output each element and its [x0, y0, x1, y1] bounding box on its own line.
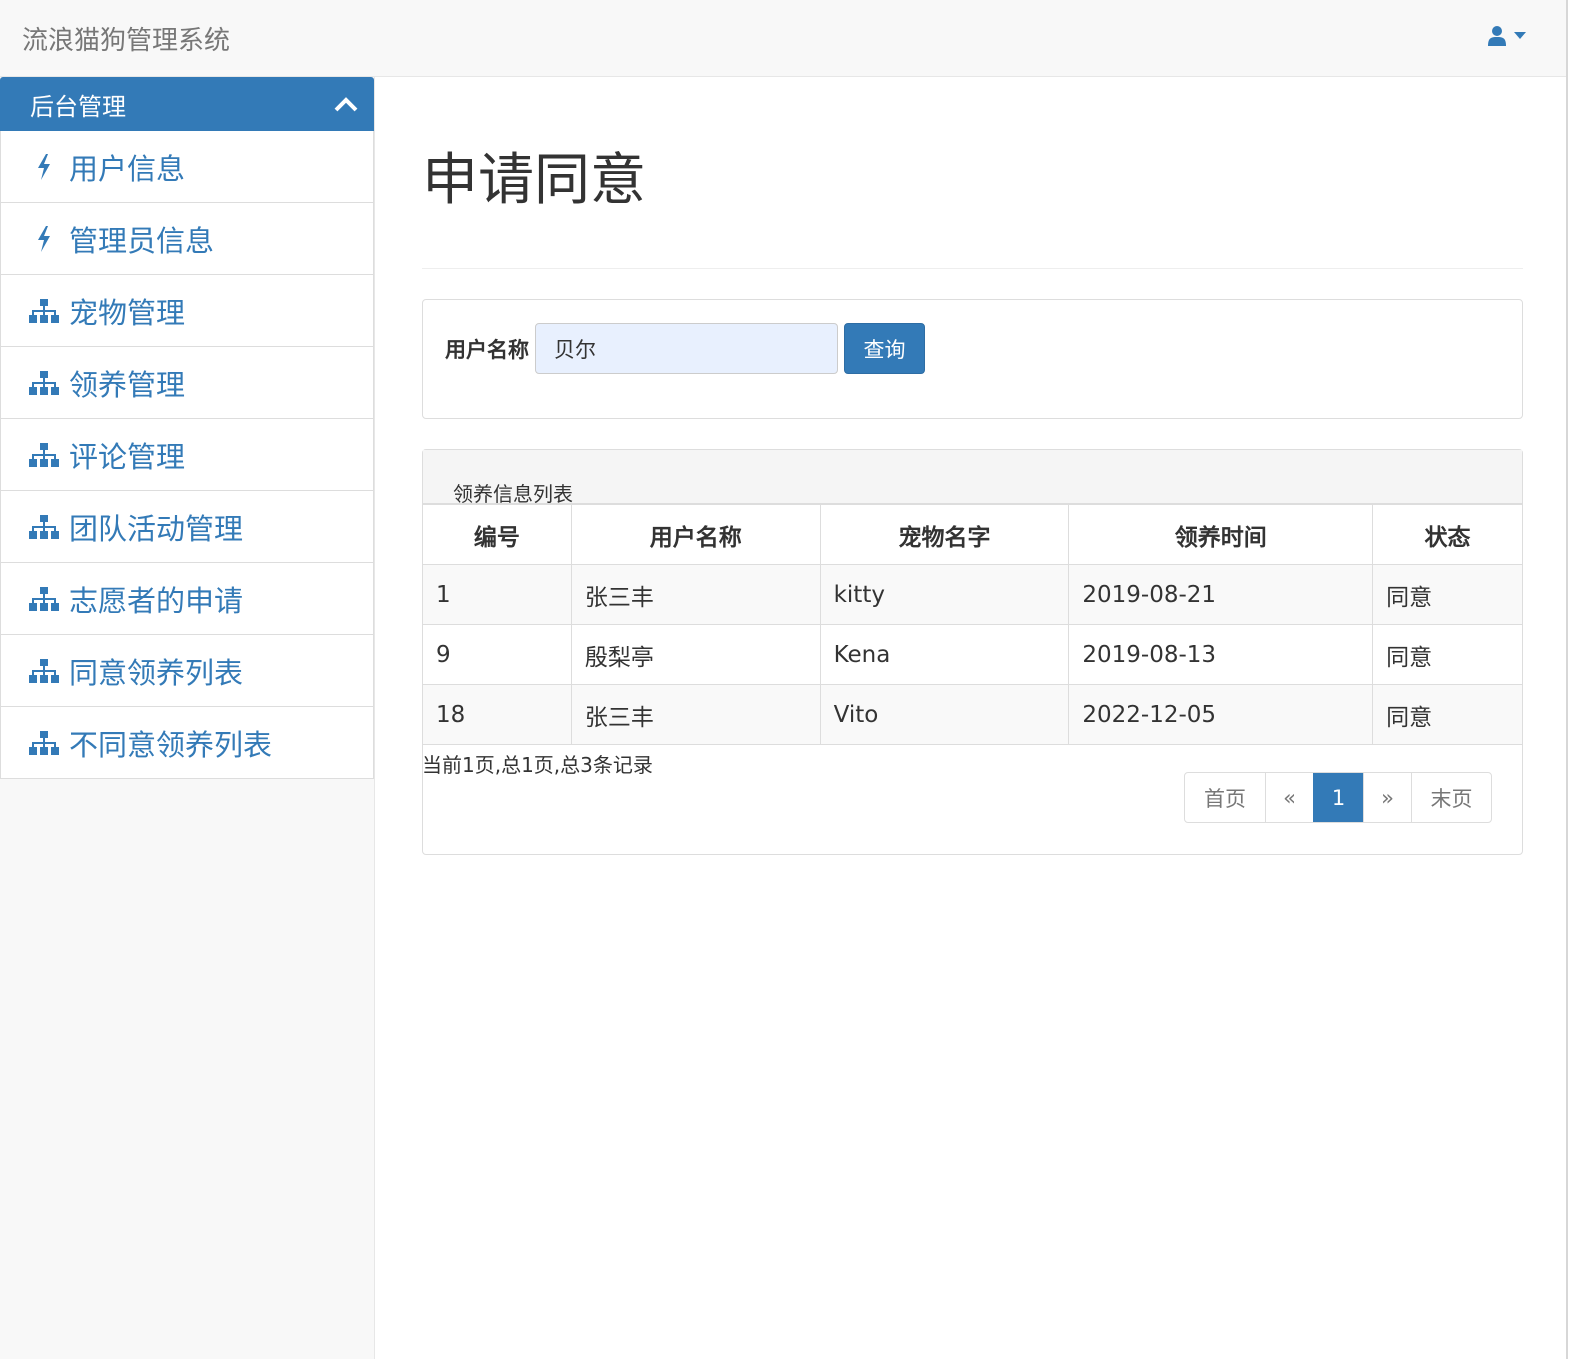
table-row: 1 张三丰 kitty 2019-08-21 同意	[422, 564, 1523, 625]
column-header[interactable]: 用户名称	[570, 504, 821, 565]
table-cell: 同意	[1372, 624, 1523, 685]
sidebar-item-label: 评论管理	[69, 439, 186, 474]
table-cell: kitty	[819, 564, 1070, 625]
sitemap-icon	[29, 586, 59, 611]
sitemap-icon	[29, 370, 59, 395]
search-label: 用户名称	[445, 338, 529, 362]
search-panel: 用户名称 查询	[422, 299, 1523, 419]
sidebar-item-label: 志愿者的申请	[69, 583, 244, 618]
sitemap-icon	[29, 514, 59, 539]
column-header[interactable]: 领养时间	[1068, 504, 1374, 565]
sidebar-item-label: 同意领养列表	[69, 655, 244, 690]
pager-last[interactable]: 末页	[1411, 773, 1491, 822]
caret-down-icon	[1514, 32, 1526, 39]
table-cell: 2019-08-21	[1068, 564, 1374, 625]
sidebar-item-label: 领养管理	[69, 367, 186, 402]
sidebar-item[interactable]: 用户信息	[0, 131, 374, 203]
adoption-list-panel: 领养信息列表 编号 用户名称 宠物名字 领养时间 状态 1 张三丰 kitty 2019-08…	[422, 449, 1523, 855]
sidebar-item[interactable]: 宠物管理	[0, 275, 374, 347]
chevron-up-icon	[334, 97, 358, 112]
sidebar-item[interactable]: 同意领养列表	[0, 635, 374, 707]
table-row: 9 殷梨亭 Kena 2019-08-13 同意	[422, 624, 1523, 685]
table-row: 18 张三丰 Vito 2022-12-05 同意	[422, 684, 1523, 745]
pagination: 首页 « 1 » 末页	[1184, 772, 1492, 823]
sidebar-heading[interactable]: 后台管理	[0, 77, 374, 131]
main-content: 申请同意 用户名称 查询 领养信息列表 编号用户名称宠物名字领养时间状态 1张三…	[422, 77, 1523, 855]
table-cell: 同意	[1372, 564, 1523, 625]
sidebar-item-label: 管理员信息	[69, 223, 215, 258]
sidebar-item[interactable]: 不同意领养列表	[0, 707, 374, 779]
sitemap-icon	[29, 658, 59, 683]
table-body: 1 张三丰 kitty 2019-08-21 同意 9 殷梨亭 Kena 2019-08-13 同…	[422, 564, 1523, 745]
sidebar-item[interactable]: 管理员信息	[0, 203, 374, 275]
column-header[interactable]: 宠物名字	[819, 504, 1070, 565]
table-cell: Vito	[819, 684, 1070, 745]
table-cell: 殷梨亭	[570, 624, 821, 685]
pager-first[interactable]: 首页	[1185, 773, 1265, 822]
sidebar-item[interactable]: 评论管理	[0, 419, 374, 491]
username-search-input[interactable]	[535, 323, 838, 374]
app-title[interactable]: 流浪猫狗管理系统	[22, 20, 230, 57]
top-navbar: 流浪猫狗管理系统	[0, 0, 1568, 77]
sidebar-item[interactable]: 团队活动管理	[0, 491, 374, 563]
pager-prev[interactable]: «	[1265, 773, 1313, 822]
sidebar-item-label: 团队活动管理	[69, 511, 244, 546]
sidebar-item-label: 宠物管理	[69, 295, 186, 330]
sitemap-icon	[29, 442, 59, 467]
query-button[interactable]: 查询	[844, 323, 925, 374]
pager-current[interactable]: 1	[1313, 773, 1363, 822]
table-cell: 2022-12-05	[1068, 684, 1374, 745]
table-cell: 18	[422, 684, 572, 745]
bolt-icon	[29, 225, 59, 252]
table-cell: Kena	[819, 624, 1070, 685]
table-cell: 1	[422, 564, 572, 625]
sidebar-menu: 用户信息管理员信息宠物管理领养管理评论管理团队活动管理 志愿者的申请 同意领养列表不…	[0, 131, 374, 779]
sidebar: 后台管理 用户信息管理员信息宠物管理领养管理评论管理团队活动管理 志愿者的申请 同意…	[0, 77, 375, 1359]
table-cell: 张三丰	[570, 684, 821, 745]
adoption-table: 编号 用户名称 宠物名字 领养时间 状态 1 张三丰 kitty 2019-08-21 同意 9 殷…	[422, 504, 1523, 745]
list-heading: 领养信息列表	[423, 450, 1522, 506]
table-cell: 2019-08-13	[1068, 624, 1374, 685]
sidebar-item[interactable]: 领养管理	[0, 347, 374, 419]
pager-next[interactable]: »	[1363, 773, 1411, 822]
column-header[interactable]: 编号	[422, 504, 572, 565]
window-edge	[1566, 0, 1568, 1359]
table-cell: 9	[422, 624, 572, 685]
column-header[interactable]: 状态	[1372, 504, 1523, 565]
table-header-row: 编号 用户名称 宠物名字 领养时间 状态	[422, 504, 1523, 565]
page-title: 申请同意	[422, 135, 1523, 269]
sidebar-item-label: 不同意领养列表	[69, 727, 273, 762]
user-icon	[1488, 26, 1506, 46]
sitemap-icon	[29, 730, 59, 755]
table-cell: 同意	[1372, 684, 1523, 745]
bolt-icon	[29, 153, 59, 180]
sitemap-icon	[29, 298, 59, 323]
sidebar-heading-label: 后台管理	[30, 92, 126, 121]
table-cell: 张三丰	[570, 564, 821, 625]
sidebar-item-label: 用户信息	[69, 151, 186, 186]
sidebar-item[interactable]: 志愿者的申请	[0, 563, 374, 635]
user-menu[interactable]	[1488, 26, 1526, 46]
